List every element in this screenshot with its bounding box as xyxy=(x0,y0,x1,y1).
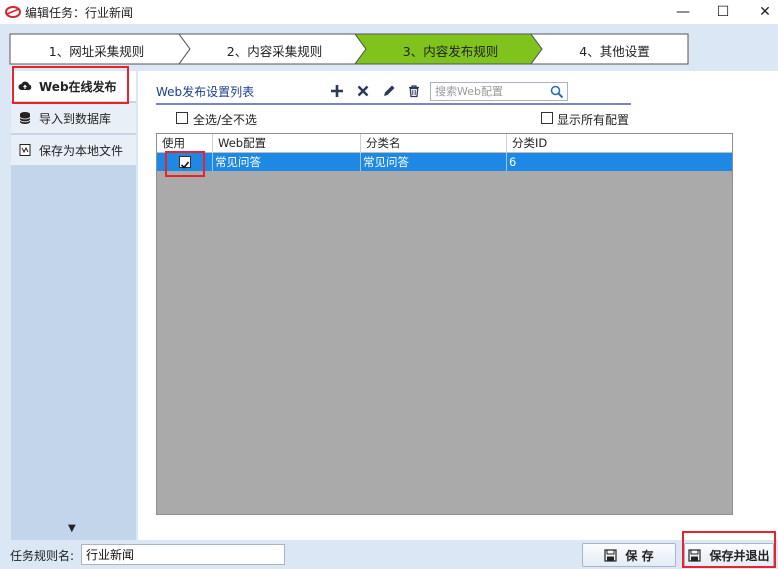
title-bar: 编辑任务：行业新闻 — ☐ ✕ xyxy=(0,0,778,24)
cell-category-id: 6 xyxy=(509,155,517,169)
sidebar-item-local-file[interactable]: 保存为本地文件 xyxy=(11,135,136,166)
highlight-box-web-publish xyxy=(12,66,129,104)
highlight-box-save-exit xyxy=(682,531,776,568)
save-disk-icon xyxy=(604,548,618,562)
window-title: 编辑任务：行业新闻 xyxy=(25,6,134,20)
grid-header: 使用 Web配置 分类名 分类ID xyxy=(157,134,732,153)
trash-icon[interactable] xyxy=(406,83,422,99)
panel-title: Web发布设置列表 xyxy=(156,85,255,99)
maximize-button[interactable]: ☐ xyxy=(700,0,746,24)
title-divider xyxy=(156,103,631,105)
config-grid: 使用 Web配置 分类名 分类ID 常见问答 常见问答 6 xyxy=(156,133,733,515)
sidebar-item-label: 保存为本地文件 xyxy=(39,143,124,158)
search-input[interactable] xyxy=(431,83,541,100)
column-header-web-config[interactable]: Web配置 xyxy=(213,134,361,153)
highlight-box-use-checkbox xyxy=(165,151,205,177)
step-wizard: 1、网址采集规则 2、内容采集规则 3、内容发布规则 4、其他设置 xyxy=(9,33,689,65)
rule-name-label: 任务规则名: xyxy=(10,549,75,563)
save-button-label: 保 存 xyxy=(625,548,654,563)
sidebar: Web在线发布 导入到数据库 保存为本地文件 ▼ xyxy=(11,71,136,540)
app-logo-icon xyxy=(5,6,21,18)
show-all-configs-checkbox[interactable] xyxy=(541,112,553,124)
sidebar-item-label: 导入到数据库 xyxy=(39,111,112,126)
search-icon[interactable] xyxy=(550,85,564,99)
search-box[interactable] xyxy=(430,82,568,101)
step-publish-rules[interactable]: 3、内容发布规则 xyxy=(363,41,538,60)
select-all-label: 全选/全不选 xyxy=(193,113,258,127)
sidebar-item-database[interactable]: 导入到数据库 xyxy=(11,103,136,134)
column-header-category-id[interactable]: 分类ID xyxy=(507,134,732,153)
step-url-rules[interactable]: 1、网址采集规则 xyxy=(9,41,184,60)
table-row[interactable]: 常见问答 常见问答 6 xyxy=(157,153,732,171)
file-icon xyxy=(18,143,32,157)
scroll-down-icon[interactable]: ▼ xyxy=(68,523,76,534)
show-all-configs-label: 显示所有配置 xyxy=(557,113,630,127)
database-icon xyxy=(18,111,32,125)
step-other-settings[interactable]: 4、其他设置 xyxy=(527,41,702,60)
edit-pencil-icon[interactable] xyxy=(381,83,397,99)
cell-category-name: 常见问答 xyxy=(361,153,507,171)
cell-web-config: 常见问答 xyxy=(213,153,361,171)
add-icon[interactable] xyxy=(329,83,345,99)
save-button[interactable]: 保 存 xyxy=(582,543,676,567)
rule-name-input[interactable] xyxy=(81,544,285,565)
step-content-rules[interactable]: 2、内容采集规则 xyxy=(187,41,362,60)
select-all-checkbox[interactable] xyxy=(176,112,188,124)
close-button[interactable]: ✕ xyxy=(742,0,778,24)
delete-icon[interactable] xyxy=(355,83,371,99)
column-header-category-name[interactable]: 分类名 xyxy=(361,134,507,153)
